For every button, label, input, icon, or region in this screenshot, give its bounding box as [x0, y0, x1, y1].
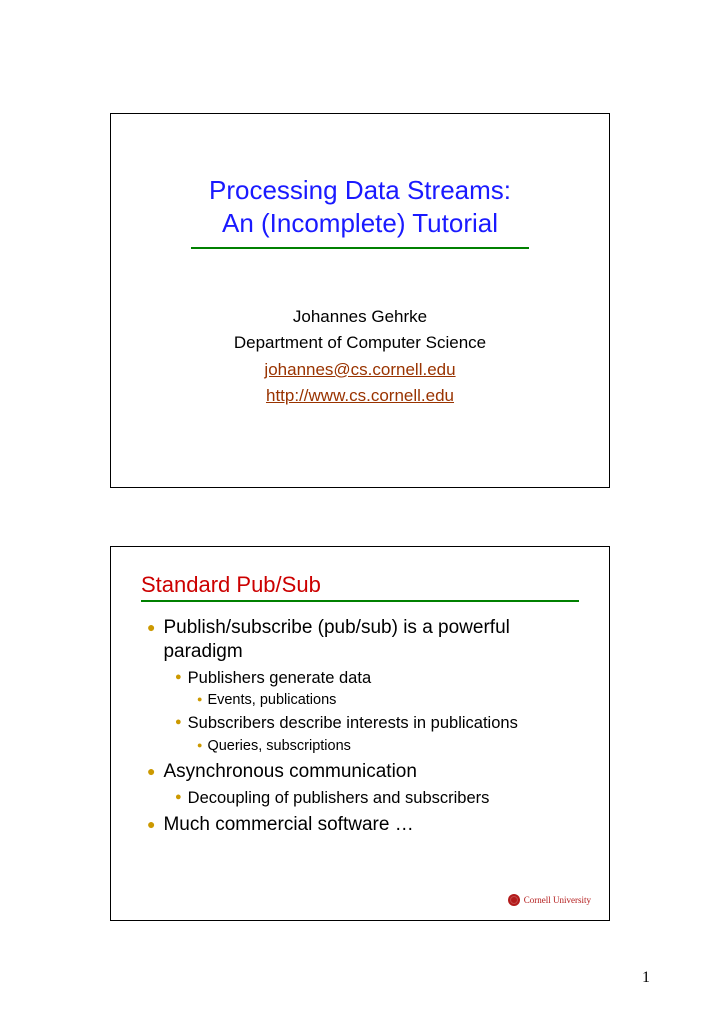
- bullet-text: Publishers generate data: [188, 668, 371, 689]
- list-item: ● Decoupling of publishers and subscribe…: [175, 788, 579, 809]
- footer-logo: Cornell University: [508, 894, 591, 906]
- slide2-heading: Standard Pub/Sub: [141, 572, 579, 598]
- bullet-text: Decoupling of publishers and subscribers: [188, 788, 490, 809]
- slide-1: Processing Data Streams: An (Incomplete)…: [110, 113, 610, 488]
- cornell-seal-icon: [508, 894, 520, 906]
- bullet-icon: ●: [147, 760, 155, 782]
- author-email-link[interactable]: johannes@cs.cornell.edu: [264, 360, 455, 379]
- list-item: ● Publishers generate data: [175, 668, 579, 689]
- author-name: Johannes Gehrke: [111, 304, 609, 330]
- list-item: ● Queries, subscriptions: [197, 737, 579, 755]
- bullet-text: Much commercial software …: [163, 813, 413, 837]
- list-item: ● Subscribers describe interests in publ…: [175, 713, 579, 734]
- heading-underline: [141, 600, 579, 602]
- title-block: Processing Data Streams: An (Incomplete)…: [111, 114, 609, 249]
- bullet-icon: ●: [175, 668, 182, 687]
- bullet-icon: ●: [197, 691, 202, 708]
- bullet-text: Publish/subscribe (pub/sub) is a powerfu…: [163, 616, 579, 664]
- bullet-text: Queries, subscriptions: [207, 737, 350, 755]
- bullet-icon: ●: [175, 788, 182, 807]
- title-line-1: Processing Data Streams:: [209, 175, 511, 205]
- slide-title: Processing Data Streams: An (Incomplete)…: [111, 174, 609, 239]
- slide-2: Standard Pub/Sub ● Publish/subscribe (pu…: [110, 546, 610, 921]
- author-url-link[interactable]: http://www.cs.cornell.edu: [266, 386, 454, 405]
- list-item: ● Asynchronous communication: [147, 760, 579, 784]
- page-number: 1: [642, 969, 650, 987]
- bullet-text: Events, publications: [207, 691, 336, 709]
- bullet-icon: ●: [175, 713, 182, 732]
- bullet-icon: ●: [197, 737, 202, 754]
- list-item: ● Events, publications: [197, 691, 579, 709]
- bullet-text: Subscribers describe interests in public…: [188, 713, 518, 734]
- bullet-icon: ●: [147, 616, 155, 638]
- title-line-2: An (Incomplete) Tutorial: [222, 208, 498, 238]
- footer-text: Cornell University: [524, 895, 591, 905]
- list-item: ● Publish/subscribe (pub/sub) is a power…: [147, 616, 579, 664]
- list-item: ● Much commercial software …: [147, 813, 579, 837]
- author-block: Johannes Gehrke Department of Computer S…: [111, 304, 609, 409]
- bullet-icon: ●: [147, 813, 155, 835]
- title-underline: [191, 247, 529, 249]
- bullet-text: Asynchronous communication: [163, 760, 416, 784]
- author-dept: Department of Computer Science: [111, 330, 609, 356]
